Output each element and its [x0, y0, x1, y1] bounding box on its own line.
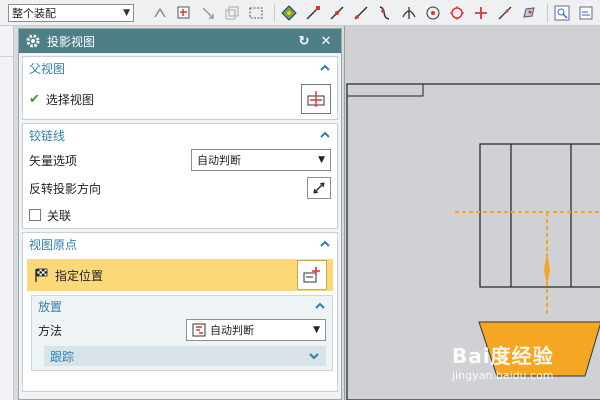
- chevron-up-icon: [320, 131, 330, 138]
- point-on-line-icon[interactable]: [495, 3, 515, 23]
- associate-row: 关联: [23, 202, 337, 228]
- view-select-icon: [307, 91, 325, 107]
- add-component-icon[interactable]: [174, 3, 194, 23]
- hinge-line-section: 铰链线 矢量选项 自动判断 ▼ 反转投影方向 关联: [22, 123, 338, 229]
- chevron-down-icon: ▼: [318, 155, 325, 165]
- hinge-line-header[interactable]: 铰链线: [23, 124, 337, 146]
- placement-subsection: 放置 方法 自动判断 ▼ 跟踪: [31, 295, 333, 371]
- placement-title: 放置: [38, 299, 63, 314]
- method-row: 方法 自动判断 ▼: [32, 316, 332, 344]
- method-value: 自动判断: [210, 324, 254, 337]
- chevron-down-icon: [309, 353, 319, 360]
- method-icon: [192, 323, 206, 337]
- reset-icon[interactable]: ↻: [295, 32, 313, 50]
- dialog-title-bar: 投影视图 ↻ ✕: [19, 29, 341, 53]
- title-tab: [346, 83, 424, 97]
- vector-option-label: 矢量选项: [29, 153, 78, 168]
- select-view-label: 选择视图: [45, 92, 94, 107]
- snap-points-icon[interactable]: [279, 3, 299, 23]
- placement-header[interactable]: 放置: [32, 296, 332, 316]
- intersection-icon[interactable]: [399, 3, 419, 23]
- direction-arrow: [544, 252, 550, 284]
- assembly-filter-select[interactable]: 整个装配 ▼: [8, 3, 134, 22]
- reverse-direction-label: 反转投影方向: [29, 181, 102, 196]
- gear-icon: [26, 34, 40, 48]
- method-dropdown[interactable]: 自动判断 ▼: [186, 319, 326, 341]
- top-toolbar: 整个装配 ▼: [0, 0, 600, 26]
- select-view-button[interactable]: [301, 84, 331, 114]
- view-origin-section: 视图原点 指定位置 放置 方法 自动判断 ▼ 跟踪: [22, 232, 338, 392]
- arc-center-icon[interactable]: [423, 3, 443, 23]
- point-dialog-icon: [303, 267, 320, 283]
- midpoint-icon[interactable]: [327, 3, 347, 23]
- view-origin-header[interactable]: 视图原点: [23, 233, 337, 255]
- navigator-divider: [0, 56, 13, 57]
- vector-option-row: 矢量选项 自动判断 ▼: [23, 146, 337, 174]
- specify-location-label: 指定位置: [55, 268, 104, 283]
- chevron-down-icon: ▼: [123, 7, 130, 18]
- parent-view-title: 父视图: [29, 61, 66, 76]
- specify-location-row[interactable]: 指定位置: [27, 259, 333, 291]
- parent-view-section: 父视图 ✔ 选择视图: [22, 56, 338, 120]
- associate-label: 关联: [47, 208, 72, 223]
- chevron-up-icon: [315, 302, 325, 309]
- view-origin-title: 视图原点: [29, 237, 78, 252]
- close-icon[interactable]: ✕: [317, 32, 335, 50]
- specify-location-button[interactable]: [297, 260, 327, 290]
- snap-icon[interactable]: [150, 3, 170, 23]
- checkered-flag-icon: [35, 268, 48, 282]
- vector-option-value: 自动判断: [197, 154, 241, 167]
- base-view-outline: [479, 143, 600, 288]
- face-point-icon[interactable]: [519, 3, 539, 23]
- toolbar-divider: [274, 3, 275, 22]
- hinge-line-title: 铰链线: [29, 128, 66, 143]
- checkmark-icon: ✔: [29, 91, 40, 107]
- point-on-curve-icon[interactable]: [375, 3, 395, 23]
- vector-option-dropdown[interactable]: 自动判断 ▼: [191, 149, 331, 171]
- chevron-up-icon: [320, 240, 330, 247]
- control-point-icon[interactable]: [351, 3, 371, 23]
- selection-box-icon[interactable]: [246, 3, 266, 23]
- zoom-icon[interactable]: [552, 3, 572, 23]
- dialog-title: 投影视图: [47, 34, 96, 49]
- reverse-arrows-icon: [313, 182, 325, 194]
- method-label: 方法: [38, 323, 63, 338]
- navigator-edge: [0, 26, 14, 400]
- reverse-direction-row: 反转投影方向: [23, 174, 337, 202]
- view-icon[interactable]: [576, 3, 596, 23]
- layer-icon[interactable]: [222, 3, 242, 23]
- assembly-filter-value: 整个装配: [12, 6, 56, 20]
- move-icon[interactable]: [198, 3, 218, 23]
- track-title: 跟踪: [50, 349, 75, 364]
- chevron-up-icon: [320, 64, 330, 71]
- associate-checkbox[interactable]: [29, 209, 41, 221]
- track-subsection-header[interactable]: 跟踪: [44, 346, 326, 366]
- watermark-url: jingyan.baidu.com: [452, 369, 554, 382]
- quadrant-point-icon[interactable]: [447, 3, 467, 23]
- projected-view-dialog: 投影视图 ↻ ✕ 父视图 ✔ 选择视图 铰链线 矢量选项 自动判断 ▼ 反转投影…: [18, 28, 342, 400]
- chevron-down-icon: ▼: [313, 325, 320, 335]
- existing-point-icon[interactable]: [471, 3, 491, 23]
- select-view-row: ✔ 选择视图: [23, 79, 337, 119]
- toolbar-divider: [547, 3, 548, 22]
- endpoint-icon[interactable]: [303, 3, 323, 23]
- watermark: Bai度经验 jingyan.baidu.com: [452, 340, 600, 396]
- watermark-brand: Bai度经验: [452, 344, 554, 368]
- parent-view-header[interactable]: 父视图: [23, 57, 337, 79]
- reverse-direction-button[interactable]: [307, 177, 331, 199]
